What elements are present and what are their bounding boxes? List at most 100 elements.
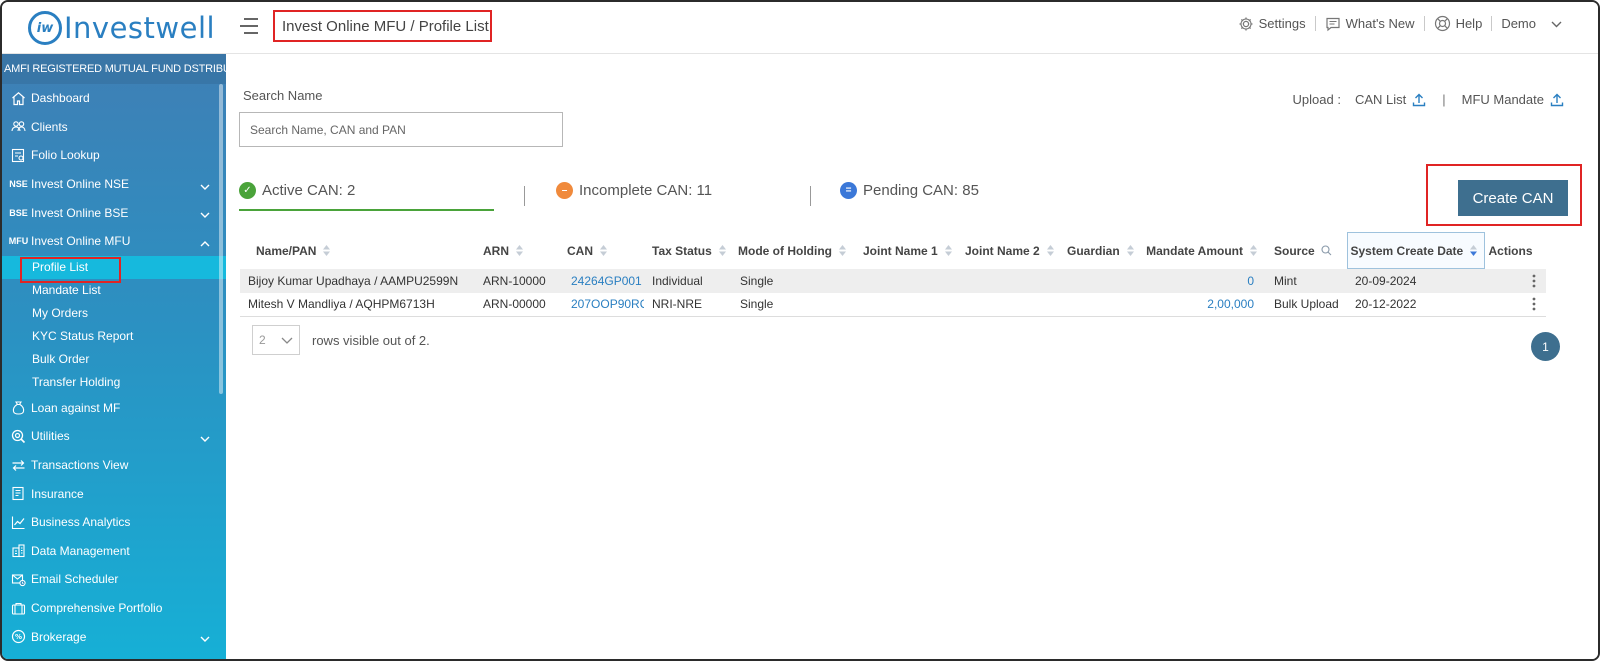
highlight-box <box>20 256 121 283</box>
amfi-banner: AMFI REGISTERED MUTUAL FUND DSTRIBUTOR <box>2 54 226 84</box>
whats-new-label: What's New <box>1345 16 1415 31</box>
tab-incomplete-can[interactable]: – Incomplete CAN: 11 <box>556 182 712 199</box>
sidebar-item-folio-lookup[interactable]: Folio Lookup <box>2 141 226 170</box>
column-header-joint-name-1[interactable]: Joint Name 1 <box>851 232 953 269</box>
upload-can-list-link[interactable]: CAN List <box>1355 92 1426 107</box>
cell-arn: ARN-00000 <box>465 292 547 317</box>
sidebar-subitem-bulk-order[interactable]: Bulk Order <box>2 348 226 371</box>
top-right-menu: Settings What's New Help Demo <box>1238 15 1562 32</box>
chevron-down-icon <box>281 337 293 344</box>
column-header-arn[interactable]: ARN <box>465 232 547 269</box>
sidebar-subitem-kyc-status-report[interactable]: KYC Status Report <box>2 325 226 348</box>
cell-guardian <box>1055 268 1140 293</box>
sidebar-item-label: Invest Online MFU <box>31 234 131 249</box>
create-can-button[interactable]: Create CAN <box>1458 180 1568 216</box>
upload-icon <box>1413 93 1426 106</box>
sidebar-item-comprehensive-portfolio[interactable]: Comprehensive Portfolio <box>2 594 226 623</box>
cell-actions <box>1484 292 1546 317</box>
settings-link[interactable]: Settings <box>1238 16 1306 32</box>
loan-icon <box>10 399 27 416</box>
minus-icon: – <box>556 182 573 199</box>
chevron-up-icon <box>200 236 210 250</box>
sidebar-subitem-my-orders[interactable]: My Orders <box>2 302 226 325</box>
upload-icon <box>1550 93 1564 106</box>
column-header-name[interactable]: Name/PAN <box>240 232 465 269</box>
chevron-down-icon <box>200 179 210 193</box>
chevron-down-icon <box>200 431 210 445</box>
column-header-source[interactable]: Source <box>1266 232 1347 269</box>
sort-icon <box>1126 244 1135 257</box>
table-row[interactable]: Mitesh V Mandliya / AQHPM6713H ARN-00000… <box>240 292 1546 317</box>
sidebar-item-business-analytics[interactable]: Business Analytics <box>2 508 226 537</box>
sidebar-item-label: Insurance <box>31 486 84 501</box>
cell-can-link[interactable]: 24264GP001 <box>547 268 644 293</box>
rows-per-page-select[interactable]: 2 <box>252 325 300 355</box>
column-header-mandate-amount[interactable]: Mandate Amount <box>1140 232 1266 269</box>
kebab-menu-icon[interactable] <box>1492 274 1538 288</box>
sidebar-item-invest-online-mfu[interactable]: MFU Invest Online MFU <box>2 227 226 256</box>
message-icon <box>1325 16 1341 32</box>
sidebar-item-data-management[interactable]: Data Management <box>2 537 226 566</box>
user-name: Demo <box>1501 16 1536 31</box>
sidebar-item-utilities[interactable]: Utilities <box>2 422 226 451</box>
column-header-tax-status[interactable]: Tax Status <box>644 232 730 269</box>
user-menu[interactable]: Demo <box>1501 16 1562 31</box>
sidebar-item-transactions-view[interactable]: Transactions View <box>2 451 226 480</box>
sidebar-item-invest-online-nse[interactable]: NSE Invest Online NSE <box>2 170 226 199</box>
search-icon[interactable] <box>1321 245 1332 256</box>
cell-source: Mint <box>1266 268 1347 293</box>
rows-per-page-value: 2 <box>259 333 266 347</box>
sidebar-item-dashboard[interactable]: Dashboard <box>2 84 226 113</box>
column-header-mode-of-holding[interactable]: Mode of Holding <box>730 232 851 269</box>
logo-text: Investwell <box>64 11 216 45</box>
sort-icon <box>944 244 953 257</box>
tab-pending-can[interactable]: = Pending CAN: 85 <box>840 182 979 199</box>
chevron-down-icon <box>200 207 210 221</box>
help-link[interactable]: Help <box>1434 15 1483 32</box>
active-tab-underline <box>239 209 494 211</box>
sidebar-subitem-profile-list[interactable]: Profile List <box>2 255 226 283</box>
column-header-guardian[interactable]: Guardian <box>1055 232 1140 269</box>
tab-active-can[interactable]: ✓ Active CAN: 2 <box>239 182 355 199</box>
cell-tax-status: Individual <box>644 268 730 293</box>
divider <box>524 186 525 206</box>
cell-can-link[interactable]: 207OOP90RQ <box>547 292 644 317</box>
column-header-joint-name-2[interactable]: Joint Name 2 <box>953 232 1055 269</box>
sidebar-item-email-scheduler[interactable]: Email Scheduler <box>2 565 226 594</box>
column-header-can[interactable]: CAN <box>547 232 644 269</box>
cell-joint-name-1 <box>851 292 953 317</box>
search-input[interactable] <box>239 112 563 147</box>
sidebar: AMFI REGISTERED MUTUAL FUND DSTRIBUTOR D… <box>2 54 226 659</box>
investwell-logo[interactable]: iw Investwell <box>28 11 215 45</box>
page-number-button[interactable]: 1 <box>1531 332 1560 361</box>
upload-mfu-mandate-link[interactable]: MFU Mandate <box>1462 92 1564 107</box>
whats-new-link[interactable]: What's New <box>1325 16 1415 32</box>
sidebar-item-brokerage[interactable]: % Brokerage <box>2 622 226 651</box>
incomplete-can-label: Incomplete CAN: 11 <box>579 182 713 199</box>
table-row[interactable]: Bijoy Kumar Upadhaya / AAMPU2599N ARN-10… <box>240 268 1546 293</box>
pagination-bar: 2 rows visible out of 2. <box>252 325 430 355</box>
sidebar-subitem-transfer-holding[interactable]: Transfer Holding <box>2 371 226 394</box>
sidebar-subitem-label: Mandate List <box>32 283 101 298</box>
gear-icon <box>1238 16 1254 32</box>
cell-guardian <box>1055 292 1140 317</box>
menu-toggle-icon[interactable] <box>240 18 260 36</box>
cell-mandate-amount: 2,00,000 <box>1140 292 1266 317</box>
can-status-tabs: ✓ Active CAN: 2 – Incomplete CAN: 11 = P… <box>239 178 999 214</box>
column-header-system-create-date[interactable]: System Create Date <box>1346 232 1485 269</box>
nse-icon: NSE <box>9 179 28 190</box>
kebab-menu-icon[interactable] <box>1492 297 1538 311</box>
cell-arn: ARN-10000 <box>465 268 547 293</box>
sidebar-subitem-label: KYC Status Report <box>32 329 134 344</box>
analytics-icon <box>10 514 27 531</box>
help-label: Help <box>1455 16 1483 31</box>
sidebar-item-invest-online-bse[interactable]: BSE Invest Online BSE <box>2 198 226 227</box>
sidebar-item-clients[interactable]: Clients <box>2 113 226 142</box>
sidebar-scrollbar[interactable] <box>219 84 223 394</box>
sort-icon <box>1046 244 1055 257</box>
cell-actions <box>1484 268 1546 293</box>
sidebar-subitem-label: My Orders <box>32 306 89 321</box>
sidebar-item-loan-against-mf[interactable]: Loan against MF <box>2 394 226 423</box>
sidebar-item-insurance[interactable]: Insurance <box>2 479 226 508</box>
clients-icon <box>10 118 27 135</box>
